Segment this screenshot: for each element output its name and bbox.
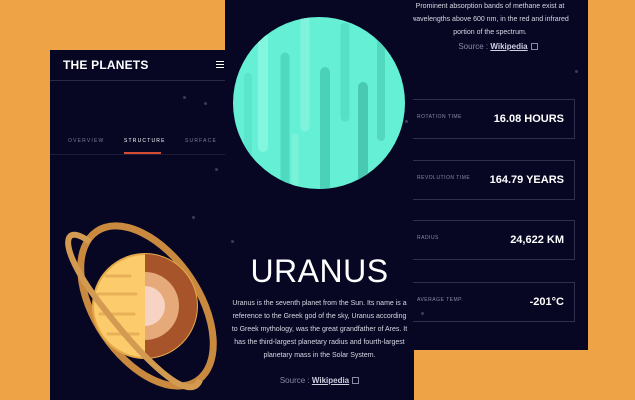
stat-card-revolution: REVOLUTION TIME 164.79 YEARS [413, 160, 575, 200]
stat-label: RADIUS [417, 235, 439, 241]
external-link-icon[interactable] [352, 377, 360, 385]
stat-label: ROTATION TIME [417, 114, 462, 120]
star [231, 240, 234, 243]
external-link-icon[interactable] [530, 43, 538, 51]
star [405, 120, 408, 123]
right-phone-screen: Prominent absorption bands of methane ex… [413, 0, 588, 350]
tab-surface[interactable]: SURFACE [185, 138, 217, 144]
stat-label: AVERAGE TEMP. [417, 297, 464, 303]
surface-description: Prominent absorption bands of methane ex… [413, 3, 569, 36]
stat-value: -201°C [529, 296, 564, 308]
top-navbar: THE PLANETS [50, 50, 225, 81]
saturn-structure-illustration [65, 222, 217, 391]
star [215, 168, 218, 171]
tab-overview[interactable]: OVERVIEW [68, 138, 104, 144]
brand-logo[interactable]: THE PLANETS [63, 58, 149, 72]
tab-bar: OVERVIEW STRUCTURE SURFACE [50, 134, 225, 155]
source-prefix: Source : [458, 42, 491, 51]
uranus-planet-illustration [233, 17, 405, 189]
planet-description: Uranus is the seventh planet from the Su… [231, 300, 408, 359]
source-line: Source : Wikipedia [413, 42, 583, 51]
stat-card-rotation: ROTATION TIME 16.08 HOURS [413, 99, 575, 139]
planet-title: URANUS [250, 253, 389, 289]
star [575, 70, 578, 73]
left-phone-screen: THE PLANETS OVERVIEW STRUCTURE SURFACE [50, 50, 225, 400]
center-phone-screen: URANUS Uranus is the seventh planet from… [225, 0, 414, 400]
stat-value: 16.08 HOURS [493, 113, 564, 125]
hamburger-menu-icon[interactable] [216, 61, 224, 70]
stat-label: REVOLUTION TIME [417, 175, 471, 181]
active-tab-indicator [124, 152, 161, 154]
star [204, 102, 207, 105]
stat-value: 24,622 KM [510, 234, 564, 246]
wikipedia-link[interactable]: Wikipedia [312, 376, 349, 385]
stat-value: 164.79 YEARS [489, 174, 564, 186]
star [183, 96, 186, 99]
stat-card-temperature: AVERAGE TEMP. -201°C [413, 282, 575, 322]
source-prefix: Source : [279, 376, 312, 385]
source-line: Source : Wikipedia [225, 376, 414, 385]
wikipedia-link[interactable]: Wikipedia [490, 42, 527, 51]
tab-structure[interactable]: STRUCTURE [124, 138, 166, 144]
stat-card-radius: RADIUS 24,622 KM [413, 220, 575, 260]
